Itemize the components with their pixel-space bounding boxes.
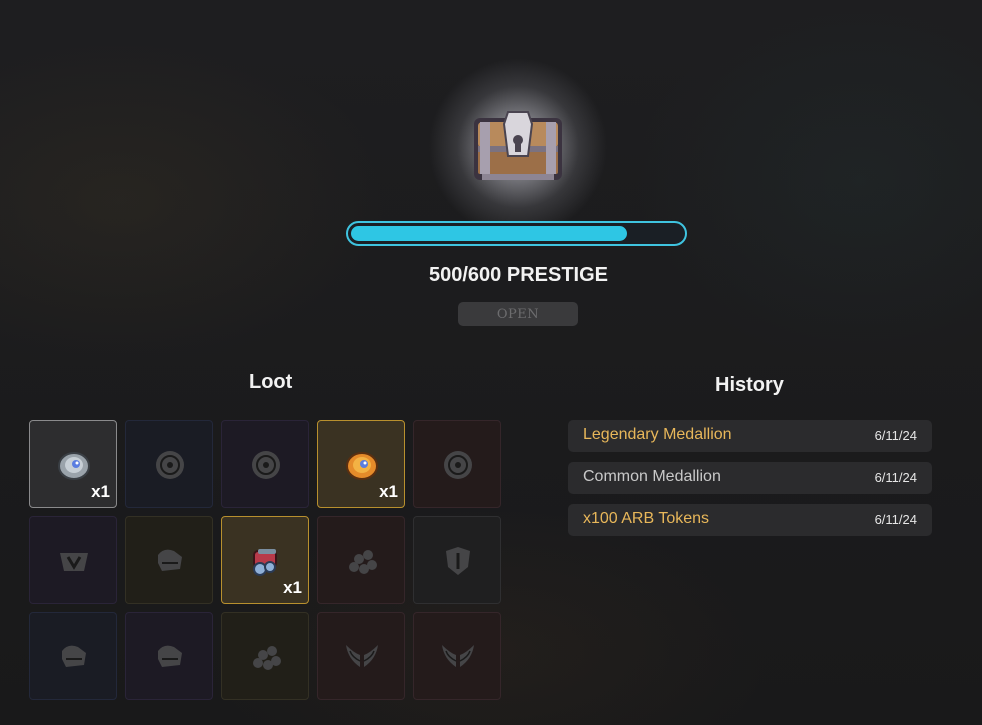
loot-slot[interactable] [125, 516, 213, 604]
coin-pile-icon [253, 646, 281, 670]
history-row[interactable]: x100 ARB Tokens 6/11/24 [568, 504, 932, 536]
loot-quantity: x1 [283, 578, 302, 597]
emblem-icon [60, 553, 88, 571]
medallion-icon [156, 451, 184, 479]
treasure-chest-icon[interactable] [468, 108, 568, 188]
prestige-progress-bar [346, 221, 687, 246]
loot-slot[interactable] [317, 516, 405, 604]
medallion-icon [444, 451, 472, 479]
loot-slot[interactable] [125, 420, 213, 508]
open-button[interactable]: OPEN [458, 302, 578, 326]
loot-slot[interactable]: x1 [317, 420, 405, 508]
loot-slot[interactable] [221, 420, 309, 508]
gauntlet-icon [158, 645, 182, 667]
gold-medallion-icon [346, 452, 378, 480]
loot-slot[interactable] [125, 612, 213, 700]
loot-slot[interactable]: x1 [221, 516, 309, 604]
gauntlet-icon [158, 549, 182, 571]
coin-pile-icon [349, 550, 377, 574]
history-item-name: Legendary Medallion [583, 426, 732, 443]
loot-quantity: x1 [91, 482, 110, 501]
loot-slot[interactable] [29, 516, 117, 604]
history-item-name: Common Medallion [583, 468, 721, 485]
wings-icon [346, 645, 378, 667]
loot-title: Loot [249, 371, 293, 393]
history-row[interactable]: Legendary Medallion 6/11/24 [568, 420, 932, 452]
loot-slot[interactable] [413, 516, 501, 604]
loot-slot[interactable] [413, 420, 501, 508]
loot-slot[interactable]: x1 [29, 420, 117, 508]
wings-icon [442, 645, 474, 667]
history-item-date: 6/11/24 [874, 470, 917, 485]
history-item-name: x100 ARB Tokens [583, 510, 710, 527]
loot-slot[interactable] [413, 612, 501, 700]
history-item-date: 6/11/24 [874, 428, 917, 443]
history-row[interactable]: Common Medallion 6/11/24 [568, 462, 932, 494]
token-scroll-icon [253, 549, 277, 576]
loot-quantity: x1 [379, 482, 398, 501]
shield-emblem-icon [446, 547, 470, 575]
medallion-icon [252, 451, 280, 479]
prestige-progress-fill [351, 226, 627, 241]
silver-medallion-icon [58, 452, 90, 480]
prestige-label: 500/600 PRESTIGE [429, 264, 608, 286]
loot-slot[interactable] [221, 612, 309, 700]
loot-slot[interactable] [29, 612, 117, 700]
gauntlet-icon [62, 645, 86, 667]
loot-slot[interactable] [317, 612, 405, 700]
history-item-date: 6/11/24 [874, 512, 917, 527]
history-title: History [715, 374, 784, 396]
